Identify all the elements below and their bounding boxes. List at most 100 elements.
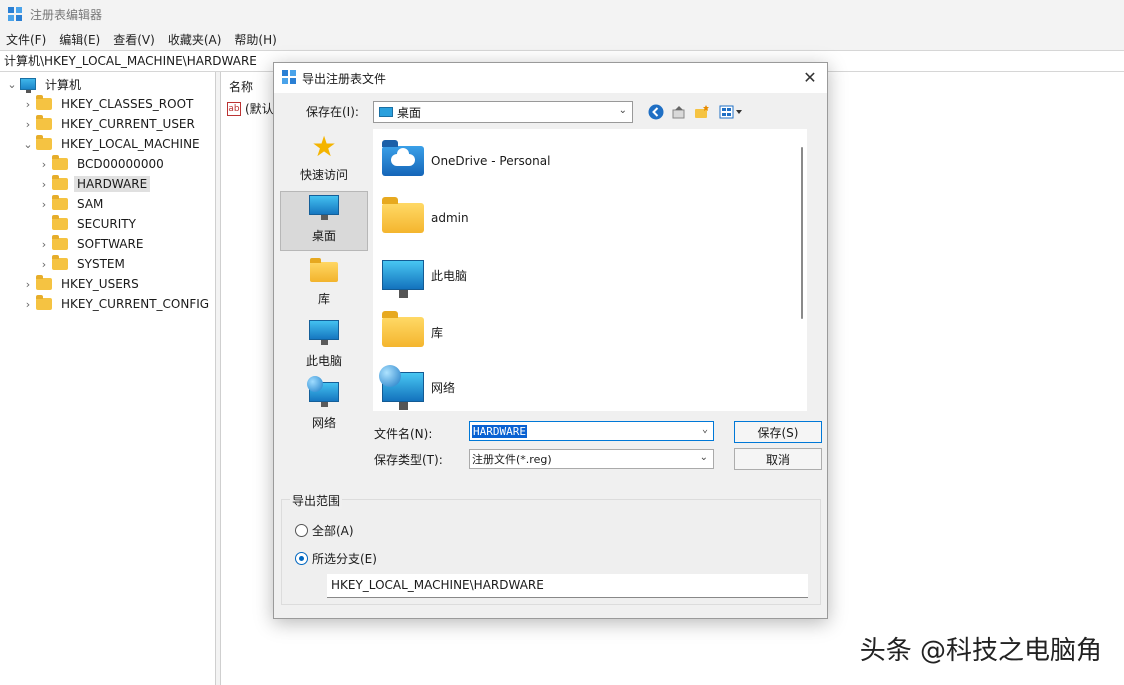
column-header-name[interactable]: 名称 (229, 78, 253, 95)
window-title: 注册表编辑器 (30, 7, 103, 22)
file-list: OneDrive - Personal admin 此电脑 库 网络 (373, 129, 807, 411)
tree-item[interactable]: › SAM (38, 194, 106, 214)
tree-item[interactable]: › SYSTEM (38, 254, 128, 274)
place-quick-access[interactable]: ★ 快速访问 (280, 129, 368, 189)
cancel-button[interactable]: 取消 (734, 448, 822, 470)
tree-item[interactable]: › HKEY_CLASSES_ROOT (22, 94, 196, 114)
place-this-pc[interactable]: 此电脑 (280, 315, 368, 375)
file-item-onedrive[interactable]: OneDrive - Personal (381, 137, 550, 185)
file-item-libraries[interactable]: 库 (381, 308, 443, 356)
up-folder-button[interactable] (670, 103, 688, 121)
view-grid-icon (719, 105, 742, 119)
radio-selected-label: 所选分支(E) (312, 552, 377, 566)
export-dialog: 导出注册表文件 ✕ 保存在(I): 桌面 ⌄ ★ 快速访问 桌面 库 此电脑 网… (273, 62, 828, 619)
filetype-label: 保存类型(T): (374, 453, 443, 467)
chevron-right-icon[interactable]: › (38, 254, 50, 274)
chevron-right-icon (38, 214, 50, 234)
chevron-right-icon[interactable]: › (22, 294, 34, 314)
back-button[interactable] (647, 103, 665, 121)
filename-input[interactable]: HARDWARE ⌄ (469, 421, 714, 441)
file-item-label: OneDrive - Personal (431, 154, 551, 168)
tree-item[interactable]: › HKEY_CURRENT_USER (22, 114, 198, 134)
computer-icon (20, 78, 36, 93)
file-item-this-pc[interactable]: 此电脑 (381, 251, 467, 299)
place-desktop[interactable]: 桌面 (280, 191, 368, 251)
place-network[interactable]: 网络 (280, 376, 368, 437)
chevron-down-icon[interactable]: ⌄ (6, 74, 18, 94)
menu-view[interactable]: 查看(V) (113, 31, 155, 48)
radio-selected-branch[interactable]: 所选分支(E) (295, 550, 377, 567)
network-icon (379, 365, 425, 410)
chevron-right-icon[interactable]: › (22, 94, 34, 114)
tree-item-label: HKEY_LOCAL_MACHINE (61, 137, 200, 151)
desktop-icon (309, 195, 339, 221)
tree-item-label: SECURITY (77, 217, 136, 231)
new-folder-button[interactable] (693, 103, 711, 121)
new-folder-icon (695, 105, 709, 118)
save-button[interactable]: 保存(S) (734, 421, 822, 443)
tree-item-label: HKEY_USERS (61, 277, 139, 291)
filetype-select[interactable]: 注册文件(*.reg) ⌄ (469, 449, 714, 469)
filetype-value: 注册文件(*.reg) (472, 453, 552, 466)
chevron-down-icon[interactable]: ⌄ (702, 424, 708, 435)
chevron-right-icon[interactable]: › (38, 174, 50, 194)
file-list-scrollbar[interactable] (801, 147, 803, 319)
view-menu-button[interactable] (718, 103, 744, 121)
folder-icon (52, 255, 68, 270)
file-item-label: admin (431, 211, 469, 225)
chevron-right-icon[interactable]: › (38, 154, 50, 174)
place-label: 网络 (311, 416, 336, 430)
menu-file[interactable]: 文件(F) (6, 31, 46, 48)
value-name: (默认 (245, 102, 274, 116)
file-item-label: 此电脑 (431, 268, 468, 283)
tree-item-selected[interactable]: › HARDWARE (38, 174, 151, 194)
place-libraries[interactable]: 库 (280, 253, 368, 313)
menu-edit[interactable]: 编辑(E) (59, 31, 100, 48)
computer-icon (381, 255, 425, 298)
folder-icon (36, 275, 52, 290)
tree-item-label: HKEY_CLASSES_ROOT (61, 97, 194, 111)
network-icon (307, 376, 339, 408)
star-icon: ★ (311, 130, 337, 163)
value-row[interactable]: ab (默认 (227, 100, 274, 117)
tree-item-label: SAM (77, 197, 104, 211)
save-in-select[interactable]: 桌面 ⌄ (373, 101, 633, 123)
folder-icon (52, 175, 68, 190)
tree-item-computer[interactable]: ⌄ 计算机 (6, 74, 84, 94)
folder-icon (381, 197, 425, 238)
place-label: 库 (317, 292, 330, 306)
title-bar: 注册表编辑器 (0, 0, 1124, 28)
radio-button[interactable] (295, 524, 308, 537)
tree-item[interactable]: › HKEY_USERS (22, 274, 142, 294)
file-item-admin[interactable]: admin (381, 194, 469, 242)
regedit-app-icon (282, 69, 296, 87)
file-item-network[interactable]: 网络 (379, 363, 456, 411)
radio-button-checked[interactable] (295, 552, 308, 565)
onedrive-folder-icon (381, 140, 425, 181)
tree-item[interactable]: ⌄ HKEY_LOCAL_MACHINE (22, 134, 203, 154)
places-bar: ★ 快速访问 桌面 库 此电脑 网络 (280, 129, 370, 430)
chevron-right-icon[interactable]: › (22, 274, 34, 294)
radio-all-label: 全部(A) (312, 524, 354, 538)
chevron-down-icon[interactable]: ⌄ (22, 134, 34, 154)
file-item-label: 库 (431, 325, 444, 340)
chevron-right-icon[interactable]: › (38, 194, 50, 214)
close-icon[interactable]: ✕ (799, 67, 821, 89)
tree-item[interactable]: › HKEY_CURRENT_CONFIG (22, 294, 212, 314)
tree-item-label: SYSTEM (77, 257, 125, 271)
radio-all[interactable]: 全部(A) (295, 522, 354, 539)
file-item-label: 网络 (431, 380, 456, 395)
menu-favorites[interactable]: 收藏夹(A) (168, 31, 222, 48)
place-label: 桌面 (311, 229, 336, 243)
chevron-right-icon[interactable]: › (38, 234, 50, 254)
menu-help[interactable]: 帮助(H) (234, 31, 276, 48)
filename-label: 文件名(N): (374, 427, 433, 441)
place-label: 此电脑 (305, 354, 342, 368)
tree-item[interactable]: SECURITY (38, 214, 139, 234)
folder-icon (36, 95, 52, 110)
tree-item[interactable]: › SOFTWARE (38, 234, 146, 254)
chevron-right-icon[interactable]: › (22, 114, 34, 134)
tree-item[interactable]: › BCD00000000 (38, 154, 167, 174)
selected-branch-input[interactable]: HKEY_LOCAL_MACHINE\HARDWARE (327, 574, 808, 598)
tree-item-label: HKEY_CURRENT_CONFIG (61, 297, 210, 311)
